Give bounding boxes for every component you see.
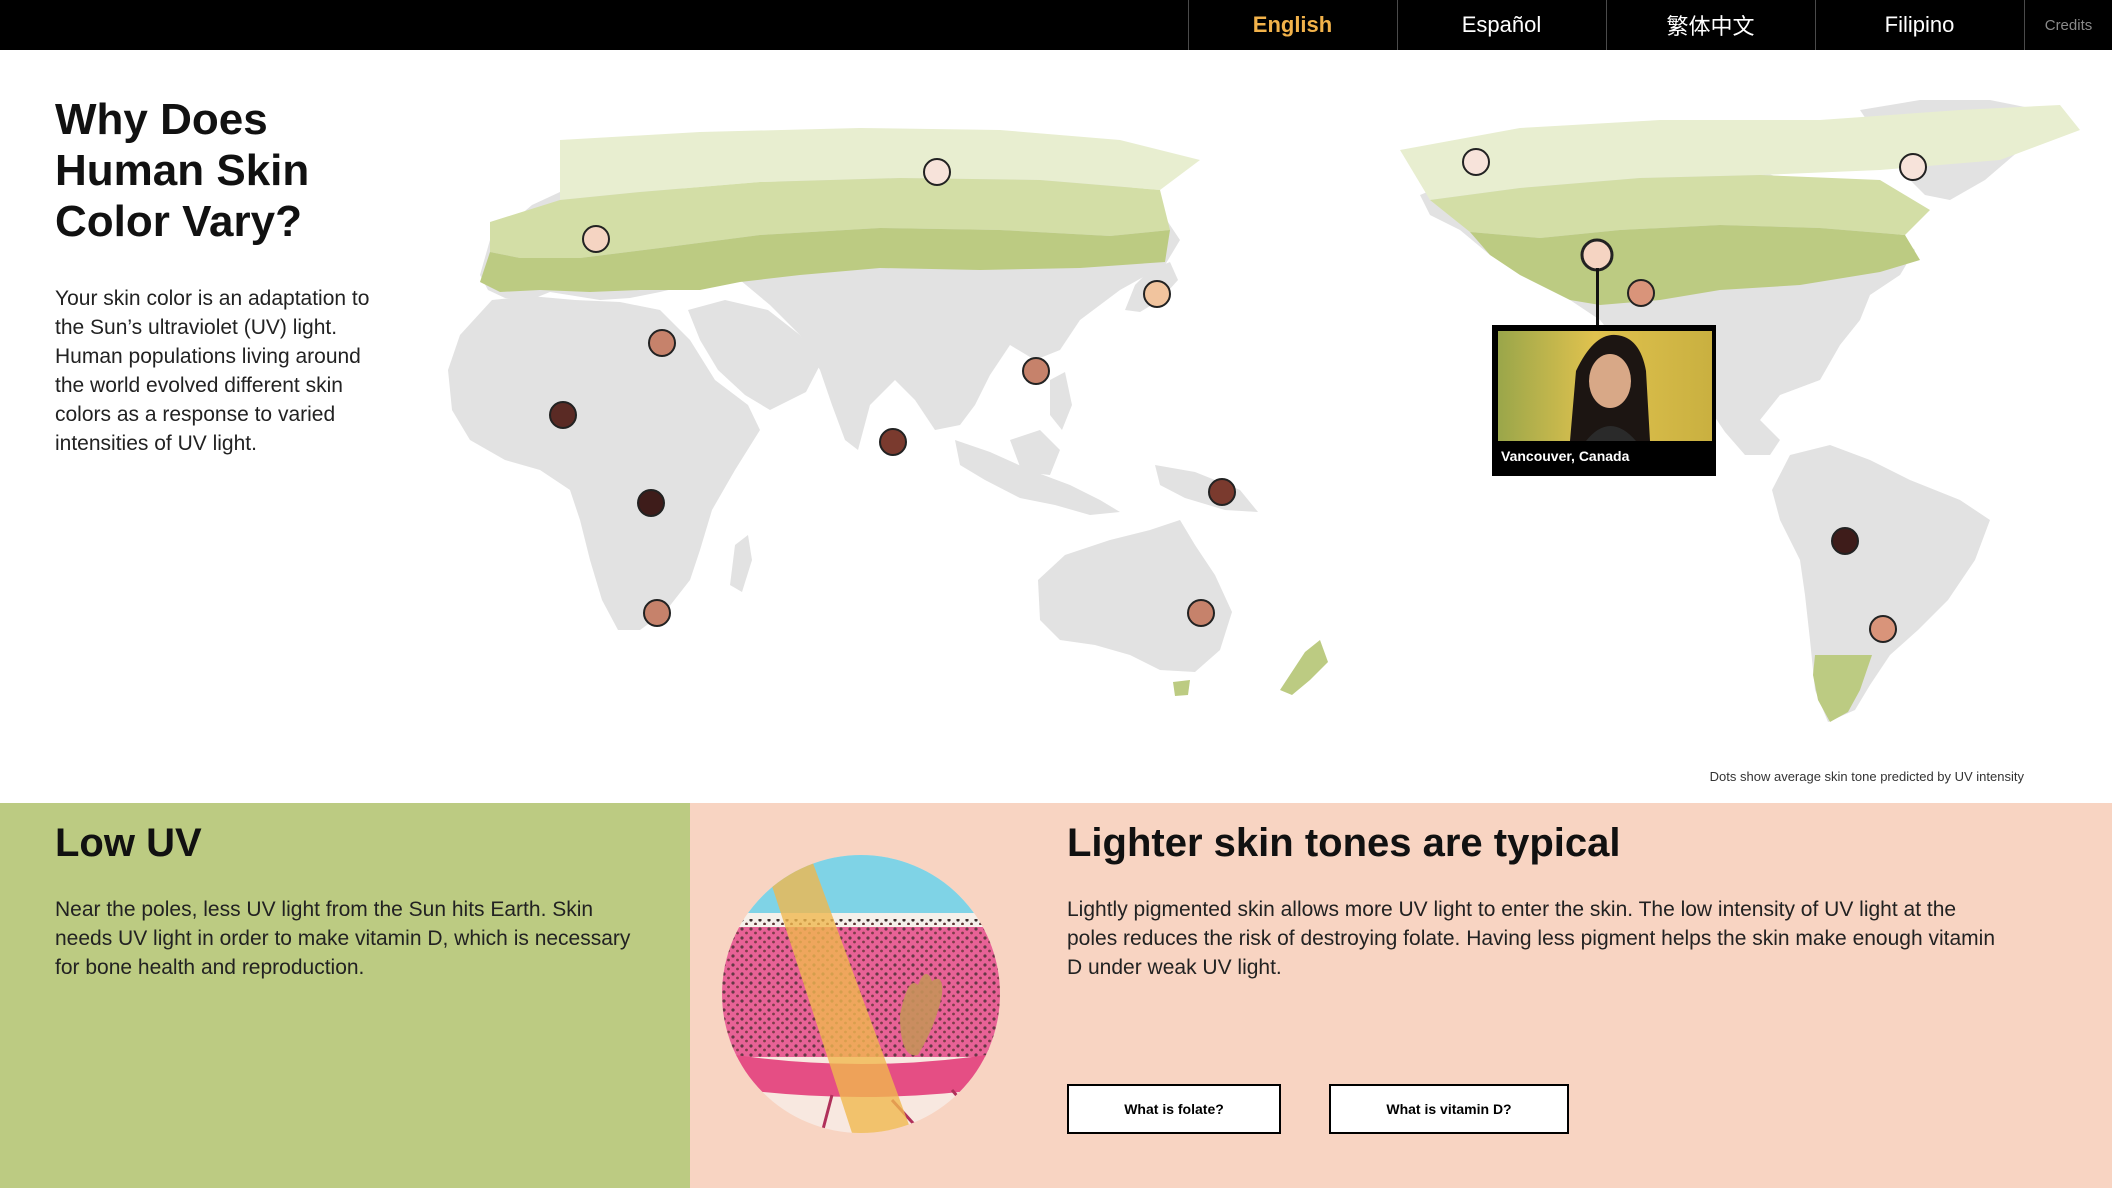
skin-cross-section-illustration xyxy=(722,855,1000,1133)
tone-dot-greenland[interactable] xyxy=(1899,153,1927,181)
world-map xyxy=(448,100,2080,722)
tone-dot-central-africa[interactable] xyxy=(637,489,665,517)
callout-location-label: Vancouver, Canada xyxy=(1501,448,1630,464)
skin-tone-text: Lightly pigmented skin allows more UV li… xyxy=(1067,898,1995,979)
tab-espanol[interactable]: Español xyxy=(1397,0,1605,50)
tone-dot-australia[interactable] xyxy=(1187,599,1215,627)
tone-dot-argentina[interactable] xyxy=(1869,615,1897,643)
tone-dot-india[interactable] xyxy=(879,428,907,456)
what-is-folate-button[interactable]: What is folate? xyxy=(1067,1084,1281,1134)
tone-dot-new-guinea[interactable] xyxy=(1208,478,1236,506)
land-new-guinea xyxy=(1155,465,1258,512)
what-is-vitamin-d-button[interactable]: What is vitamin D? xyxy=(1329,1084,1569,1134)
tone-dot-west-africa[interactable] xyxy=(549,401,577,429)
tone-dot-north-america[interactable] xyxy=(1627,279,1655,307)
low-uv-text: Near the poles, less UV light from the S… xyxy=(55,898,631,979)
tone-dot-vancouver[interactable] xyxy=(1580,238,1614,272)
tone-dot-egypt[interactable] xyxy=(648,329,676,357)
skin-tone-title: Lighter skin tones are typical xyxy=(1067,821,1621,865)
page-title: Why Does Human Skin Color Vary? xyxy=(55,95,310,246)
language-nav-bar: English Español 繁体中文 Filipino Credits xyxy=(0,0,2112,50)
callout-pointer-line xyxy=(1596,268,1599,326)
tab-english[interactable]: English xyxy=(1188,0,1396,50)
low-uv-panel: Low UV Near the poles, less UV light fro… xyxy=(0,803,690,1188)
land-philippines xyxy=(1050,372,1072,430)
tone-dot-brazil[interactable] xyxy=(1831,527,1859,555)
tone-dot-south-africa[interactable] xyxy=(643,599,671,627)
skin-tone-panel: Lighter skin tones are typical Lightly p… xyxy=(690,803,2112,1188)
land-tasmania xyxy=(1173,680,1190,696)
map-caption: Dots show average skin tone predicted by… xyxy=(1709,769,2024,784)
land-australia xyxy=(1038,520,1232,672)
credits-button[interactable]: Credits xyxy=(2024,0,2112,50)
intro-text: Your skin color is an adaptation to the … xyxy=(55,287,370,455)
location-callout[interactable]: Vancouver, Canada xyxy=(1492,325,1716,476)
tone-dot-japan[interactable] xyxy=(1143,280,1171,308)
land-south-america xyxy=(1772,445,1990,722)
tab-filipino[interactable]: Filipino xyxy=(1815,0,2023,50)
land-madagascar xyxy=(730,535,752,592)
low-uv-title: Low UV xyxy=(55,821,202,865)
land-new-zealand xyxy=(1280,640,1328,695)
portrait-photo xyxy=(1498,331,1712,441)
tone-dot-scandinavia[interactable] xyxy=(582,225,610,253)
tone-dot-china[interactable] xyxy=(1022,357,1050,385)
tab-traditional-chinese[interactable]: 繁体中文 xyxy=(1606,0,1814,50)
tone-dot-west-siberia[interactable] xyxy=(923,158,951,186)
tone-dot-east-siberia[interactable] xyxy=(1462,148,1490,176)
